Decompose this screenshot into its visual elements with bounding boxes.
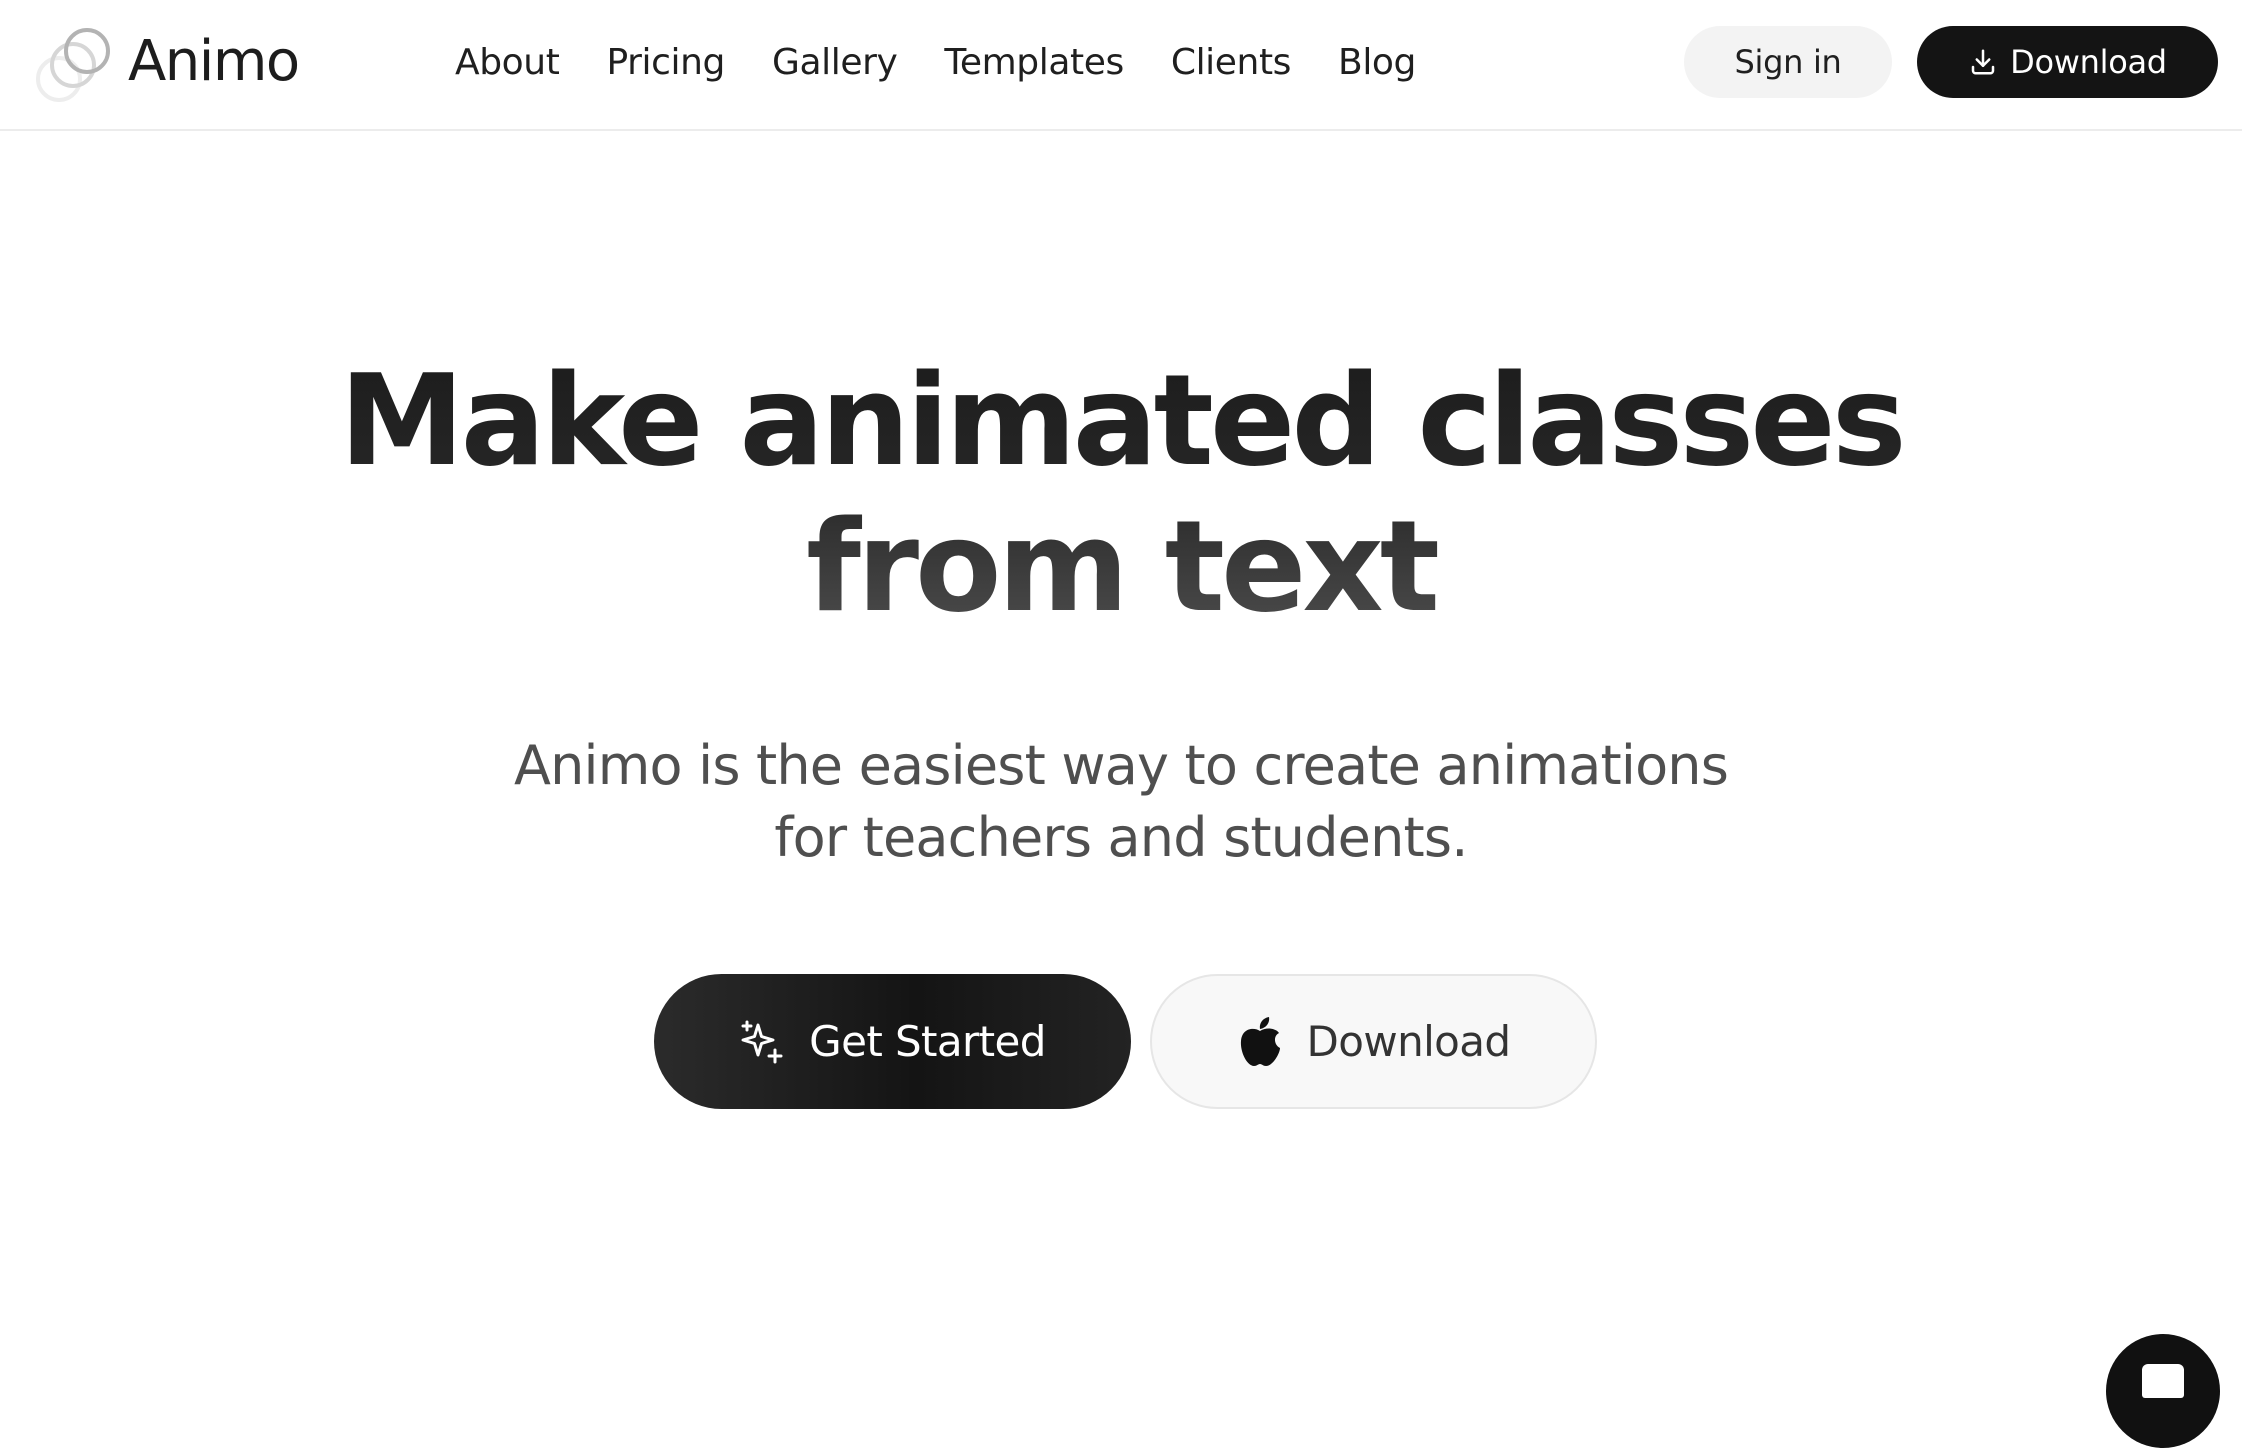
hero-subtitle: Animo is the easiest way to create anima… xyxy=(0,730,2242,874)
nav-link-clients[interactable]: Clients xyxy=(1171,42,1292,83)
hero-title-line1: Make animated classes xyxy=(339,347,1903,494)
download-mac-label: Download xyxy=(1306,1017,1512,1066)
header-download-label: Download xyxy=(2010,43,2167,81)
top-navigation-bar: Animo About Pricing Gallery Templates Cl… xyxy=(0,0,2242,131)
sign-in-button[interactable]: Sign in xyxy=(1684,26,1892,98)
nav-item: Templates xyxy=(944,42,1124,83)
hero-subtitle-line2: for teachers and students. xyxy=(774,806,1468,869)
get-started-label: Get Started xyxy=(809,1017,1046,1066)
nav-link-pricing[interactable]: Pricing xyxy=(606,42,725,83)
hero-title: Make animated classes from text xyxy=(0,348,2242,640)
sparkles-icon xyxy=(741,1020,783,1063)
brand-name: Animo xyxy=(128,29,300,94)
nav-link-templates[interactable]: Templates xyxy=(944,42,1124,83)
hero-title-line2: from text xyxy=(806,493,1436,640)
download-icon xyxy=(1971,49,1995,75)
get-started-button[interactable]: Get Started xyxy=(654,974,1131,1109)
nav-item: Blog xyxy=(1338,42,1416,83)
nav-item: Pricing xyxy=(606,42,725,83)
header-download-button[interactable]: Download xyxy=(1917,26,2218,98)
nav-item: Gallery xyxy=(772,42,898,83)
download-mac-button[interactable]: Download xyxy=(1150,974,1597,1109)
chat-widget-button[interactable] xyxy=(2106,1334,2220,1448)
sign-in-label: Sign in xyxy=(1734,43,1842,81)
hero-subtitle-line1: Animo is the easiest way to create anima… xyxy=(513,734,1729,797)
apple-icon xyxy=(1240,1016,1280,1066)
nav-link-gallery[interactable]: Gallery xyxy=(772,42,898,83)
nav-link-about[interactable]: About xyxy=(455,42,560,83)
brand-home-link[interactable]: Animo xyxy=(30,20,300,104)
nav-item: Clients xyxy=(1171,42,1292,83)
nav-link-blog[interactable]: Blog xyxy=(1338,42,1416,83)
chat-icon xyxy=(2142,1364,2184,1398)
main-nav: About Pricing Gallery Templates Clients … xyxy=(455,0,1416,124)
nav-item: About xyxy=(455,42,560,83)
overlapping-rings-icon xyxy=(36,28,110,102)
